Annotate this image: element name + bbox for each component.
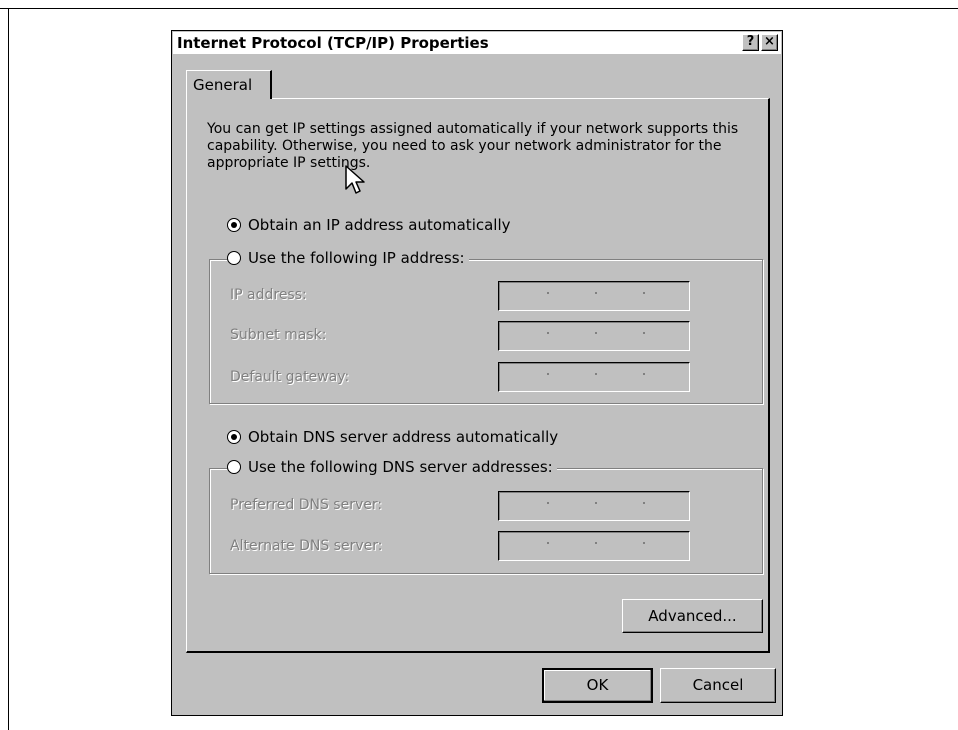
- dns-manual-radio[interactable]: [227, 460, 241, 474]
- ip-manual-label: Use the following IP address:: [248, 249, 465, 267]
- ok-button[interactable]: OK: [542, 668, 653, 703]
- tcpip-properties-dialog: Internet Protocol (TCP/IP) Properties ? …: [171, 30, 783, 716]
- ip-address-field[interactable]: [498, 281, 690, 311]
- arrow-cursor-icon: [345, 165, 365, 194]
- ip-auto-option[interactable]: Obtain an IP address automatically: [227, 216, 515, 234]
- ip-address-label: IP address:: [230, 287, 307, 303]
- preferred-dns-label: Preferred DNS server:: [230, 497, 383, 513]
- dns-auto-label: Obtain DNS server address automatically: [248, 428, 559, 446]
- advanced-button[interactable]: Advanced...: [622, 599, 763, 633]
- subnet-mask-label: Subnet mask:: [230, 327, 327, 343]
- subnet-mask-field[interactable]: [498, 321, 690, 351]
- help-button[interactable]: ?: [742, 34, 759, 51]
- ip-auto-label: Obtain an IP address automatically: [248, 216, 511, 234]
- default-gateway-label: Default gateway:: [230, 369, 350, 385]
- dialog-titlebar: Internet Protocol (TCP/IP) Properties ? …: [173, 32, 781, 54]
- alternate-dns-label: Alternate DNS server:: [230, 538, 383, 554]
- close-button[interactable]: ×: [761, 34, 778, 51]
- dialog-title: Internet Protocol (TCP/IP) Properties: [177, 34, 489, 52]
- alternate-dns-field[interactable]: [498, 531, 690, 561]
- ip-manual-radio[interactable]: [227, 251, 241, 265]
- cancel-button[interactable]: Cancel: [660, 668, 776, 703]
- dns-manual-label: Use the following DNS server addresses:: [248, 458, 553, 476]
- dns-manual-option[interactable]: Use the following DNS server addresses:: [227, 458, 557, 476]
- dns-auto-option[interactable]: Obtain DNS server address automatically: [227, 428, 563, 446]
- dns-auto-radio[interactable]: [227, 430, 241, 444]
- intro-text: You can get IP settings assigned automat…: [207, 121, 739, 171]
- page-frame-left-line: [8, 8, 9, 730]
- ip-auto-radio[interactable]: [227, 218, 241, 232]
- page-frame-top-line: [0, 8, 958, 9]
- default-gateway-field[interactable]: [498, 362, 690, 392]
- ip-manual-option[interactable]: Use the following IP address:: [227, 249, 469, 267]
- preferred-dns-field[interactable]: [498, 491, 690, 521]
- tab-general[interactable]: General: [186, 70, 272, 99]
